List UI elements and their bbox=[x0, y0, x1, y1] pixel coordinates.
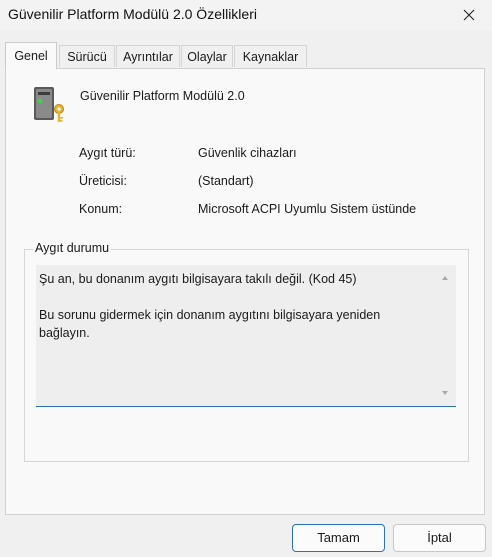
title-bar: Güvenilir Platform Modülü 2.0 Özellikler… bbox=[0, 0, 492, 30]
ok-button[interactable]: Tamam bbox=[292, 524, 385, 552]
tab-general[interactable]: Genel bbox=[5, 42, 57, 69]
device-name: Güvenilir Platform Modülü 2.0 bbox=[80, 89, 245, 103]
device-status-legend: Aygıt durumu bbox=[33, 241, 112, 255]
location-label: Konum: bbox=[79, 202, 123, 216]
tab-details[interactable]: Ayrıntılar bbox=[116, 45, 180, 67]
device-status-group: Aygıt durumu Şu an, bu donanım aygıtı bi… bbox=[24, 241, 469, 462]
window-title: Güvenilir Platform Modülü 2.0 Özellikler… bbox=[8, 6, 257, 22]
manufacturer-label: Üreticisi: bbox=[79, 174, 127, 188]
scroll-up-arrow-icon[interactable] bbox=[440, 273, 450, 283]
tab-events[interactable]: Olaylar bbox=[181, 45, 233, 67]
location-value: Microsoft ACPI Uyumlu Sistem üstünde bbox=[198, 202, 417, 216]
device-status-text: Şu an, bu donanım aygıtı bilgisayara tak… bbox=[39, 272, 381, 340]
device-status-textbox[interactable]: Şu an, bu donanım aygıtı bilgisayara tak… bbox=[36, 265, 456, 407]
close-icon bbox=[463, 9, 475, 21]
tab-resources[interactable]: Kaynaklar bbox=[234, 45, 307, 67]
cancel-button[interactable]: İptal bbox=[393, 524, 486, 552]
manufacturer-value: (Standart) bbox=[198, 174, 254, 188]
tpm-chip-key-icon bbox=[34, 87, 64, 122]
general-tab-panel: Güvenilir Platform Modülü 2.0 Aygıt türü… bbox=[5, 68, 485, 515]
device-type-label: Aygıt türü: bbox=[79, 146, 136, 160]
tab-driver[interactable]: Sürücü bbox=[59, 45, 115, 67]
device-type-value: Güvenlik cihazları bbox=[198, 146, 297, 160]
scroll-down-arrow-icon[interactable] bbox=[440, 388, 450, 398]
close-button[interactable] bbox=[446, 0, 492, 30]
